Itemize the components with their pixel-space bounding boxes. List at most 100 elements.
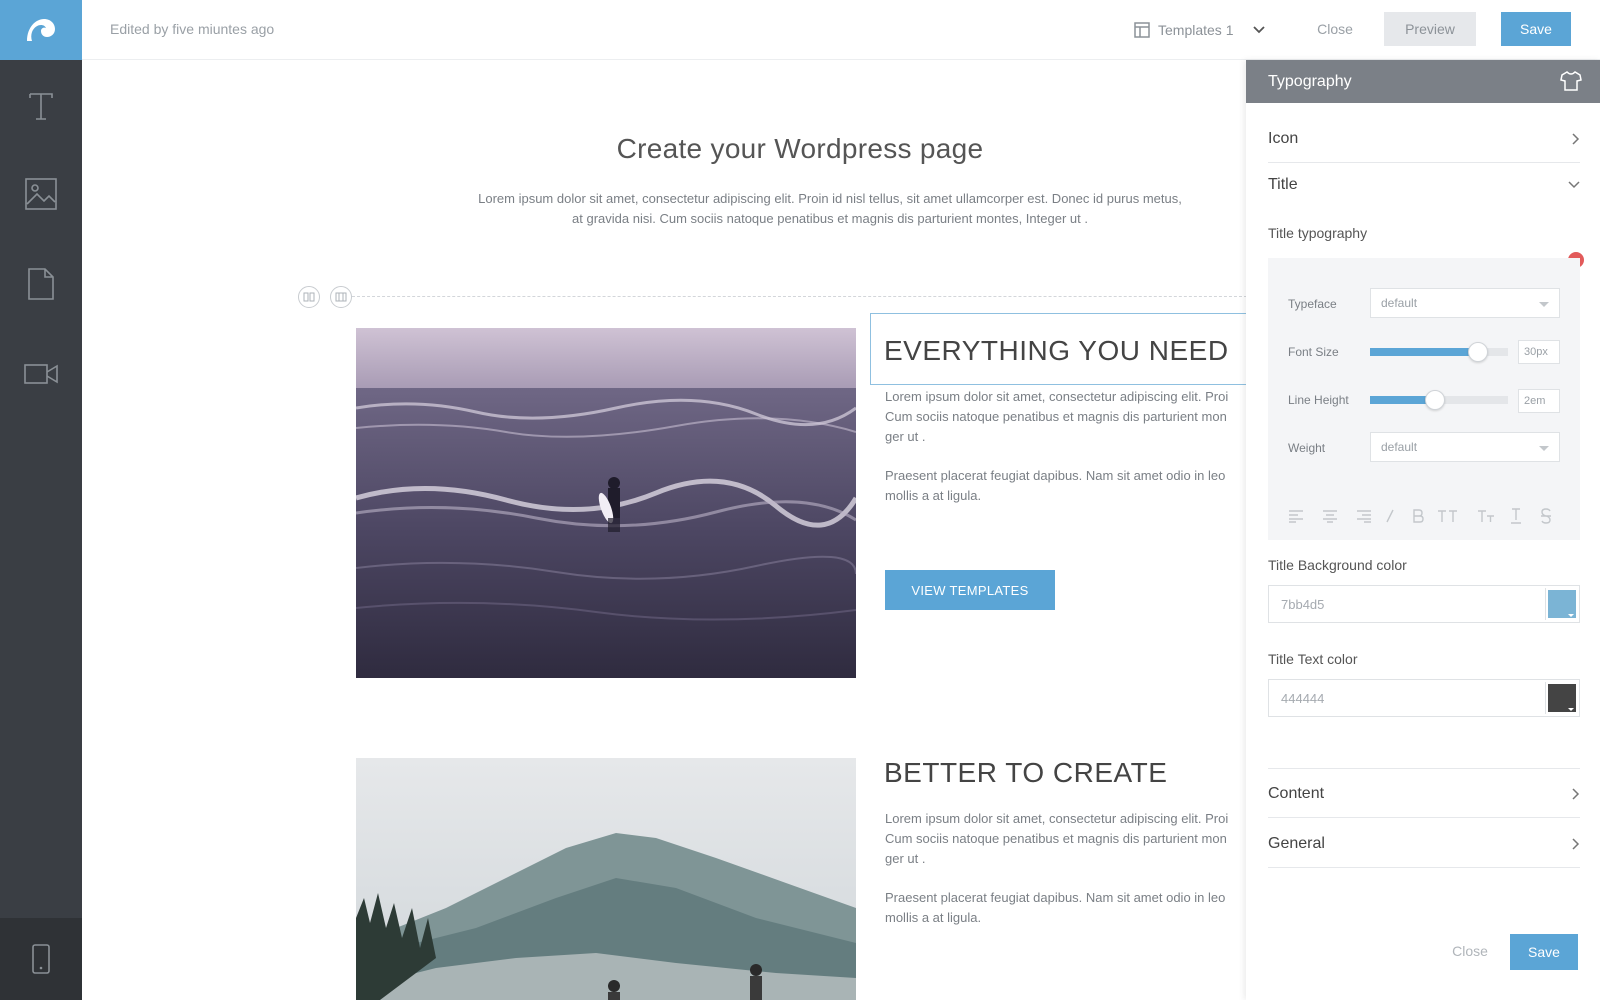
paragraph-line: Cum sociis natoque penatibus et magnis d… bbox=[885, 831, 1227, 846]
typeface-label: Typeface bbox=[1288, 297, 1337, 311]
section-paragraph[interactable]: Lorem ipsum dolor sit amet, consectetur … bbox=[885, 809, 1246, 869]
top-bar: Edited by five miuntes ago Templates 1 C… bbox=[82, 0, 1600, 60]
align-center-icon[interactable] bbox=[1318, 504, 1342, 528]
template-layout-icon bbox=[1134, 22, 1150, 38]
weight-value: default bbox=[1381, 440, 1418, 454]
section-paragraph[interactable]: Praesent placerat feugiat dapibus. Nam s… bbox=[885, 888, 1246, 928]
paragraph-line: ger ut . bbox=[885, 851, 926, 866]
accordion-icon[interactable]: Icon bbox=[1268, 115, 1580, 163]
title-text-color-swatch[interactable] bbox=[1545, 682, 1577, 714]
paragraph-line: Praesent placerat feugiat dapibus. Nam s… bbox=[885, 890, 1226, 905]
ocean-surfer-image bbox=[356, 328, 856, 678]
mobile-preview-button[interactable] bbox=[0, 918, 82, 1000]
section-title[interactable]: EVERYTHING YOU NEED bbox=[884, 335, 1229, 367]
template-select-label: Templates 1 bbox=[1158, 22, 1234, 38]
video-tool[interactable] bbox=[0, 344, 82, 404]
title-bg-color-input[interactable]: 7bb4d5 bbox=[1268, 585, 1580, 623]
title-text-color-label: Title Text color bbox=[1268, 651, 1358, 667]
line-height-slider[interactable] bbox=[1370, 390, 1508, 410]
page-title[interactable]: Create your Wordpress page bbox=[82, 133, 1246, 165]
surfer-photo[interactable] bbox=[356, 328, 856, 678]
image-tool[interactable] bbox=[0, 164, 82, 224]
view-templates-button[interactable]: VIEW TEMPLATES bbox=[885, 570, 1055, 610]
panel-header: Typography bbox=[1246, 60, 1600, 103]
section-title[interactable]: BETTER TO CREATE bbox=[884, 757, 1167, 789]
template-select[interactable]: Templates 1 bbox=[1134, 18, 1266, 42]
chevron-right-icon bbox=[1572, 787, 1580, 800]
left-toolbar bbox=[0, 0, 82, 1000]
slider-knob[interactable] bbox=[1467, 342, 1488, 362]
accordion-content[interactable]: Content bbox=[1268, 770, 1580, 818]
title-bg-color-label: Title Background color bbox=[1268, 557, 1407, 573]
italic-icon[interactable] bbox=[1378, 504, 1402, 528]
paragraph-line: mollis a at ligula. bbox=[885, 488, 982, 503]
title-typography-label: Title typography bbox=[1268, 225, 1368, 241]
weight-select[interactable]: default bbox=[1370, 432, 1560, 462]
strikethrough-icon[interactable] bbox=[1534, 504, 1558, 528]
image-icon bbox=[25, 178, 57, 210]
font-size-input[interactable]: 30px bbox=[1518, 340, 1560, 364]
accordion-content-label: Content bbox=[1268, 784, 1325, 802]
small-caps-icon[interactable] bbox=[1474, 504, 1498, 528]
typeface-value: default bbox=[1381, 296, 1418, 310]
video-camera-icon bbox=[24, 364, 58, 384]
paragraph-line: Cum sociis natoque penatibus et magnis d… bbox=[885, 409, 1227, 424]
wave-logo-icon bbox=[27, 19, 55, 41]
caret-down-icon bbox=[1568, 614, 1574, 617]
page-subtitle[interactable]: Lorem ipsum dolor sit amet, consectetur … bbox=[452, 189, 1208, 229]
accordion-icon-label: Icon bbox=[1268, 129, 1299, 147]
page-canvas: Create your Wordpress page Lorem ipsum d… bbox=[82, 60, 1246, 1000]
uppercase-icon[interactable] bbox=[1436, 504, 1460, 528]
panel-divider bbox=[1268, 768, 1580, 769]
app-logo[interactable] bbox=[0, 0, 82, 60]
panel-title: Typography bbox=[1268, 72, 1352, 90]
line-height-input[interactable]: 2em bbox=[1518, 389, 1560, 413]
title-bg-color-value: 7bb4d5 bbox=[1281, 596, 1325, 612]
typography-panel: Typography Icon Title Title typography T… bbox=[1246, 60, 1600, 1000]
accordion-general[interactable]: General bbox=[1268, 820, 1580, 868]
save-button[interactable]: Save bbox=[1501, 12, 1571, 46]
slider-knob[interactable] bbox=[1424, 390, 1445, 410]
mountain-photo[interactable] bbox=[356, 758, 856, 1000]
accordion-title[interactable]: Title bbox=[1268, 161, 1580, 209]
grid-layout-button[interactable] bbox=[330, 286, 352, 308]
paragraph-line: Lorem ipsum dolor sit amet, consectetur … bbox=[885, 389, 1229, 404]
underline-icon[interactable] bbox=[1504, 504, 1528, 528]
accordion-general-label: General bbox=[1268, 834, 1325, 852]
caret-down-icon bbox=[1539, 446, 1549, 451]
mountain-hikers-image bbox=[356, 758, 856, 1000]
caret-down-icon bbox=[1539, 302, 1549, 307]
chevron-down-icon bbox=[1568, 181, 1580, 189]
preview-button[interactable]: Preview bbox=[1384, 12, 1476, 46]
edited-status: Edited by five miuntes ago bbox=[110, 21, 275, 37]
columns-layout-button[interactable] bbox=[298, 286, 320, 308]
paragraph-line: mollis a at ligula. bbox=[885, 910, 982, 925]
section-divider bbox=[352, 296, 1246, 297]
font-size-slider[interactable] bbox=[1370, 342, 1508, 362]
chevron-down-icon bbox=[1253, 26, 1266, 34]
title-typography-box: Typeface default Font Size 30px Line Hei… bbox=[1268, 258, 1580, 540]
align-right-icon[interactable] bbox=[1352, 504, 1376, 528]
weight-label: Weight bbox=[1288, 441, 1326, 455]
title-bg-color-swatch[interactable] bbox=[1545, 588, 1577, 620]
slider-fill bbox=[1370, 348, 1478, 356]
caret-down-icon bbox=[1568, 708, 1574, 711]
columns-icon bbox=[303, 292, 315, 302]
page-subtitle-line: at gravida nisi. Cum sociis natoque pena… bbox=[572, 211, 1088, 226]
panel-save-button[interactable]: Save bbox=[1510, 934, 1578, 970]
paragraph-line: Praesent placerat feugiat dapibus. Nam s… bbox=[885, 468, 1226, 483]
line-height-label: Line Height bbox=[1288, 393, 1349, 407]
typeface-select[interactable]: default bbox=[1370, 288, 1560, 318]
text-icon bbox=[29, 93, 53, 120]
panel-close-button[interactable]: Close bbox=[1446, 934, 1494, 968]
chevron-right-icon bbox=[1572, 132, 1580, 145]
section-paragraph[interactable]: Praesent placerat feugiat dapibus. Nam s… bbox=[885, 466, 1246, 506]
bold-icon[interactable] bbox=[1406, 504, 1430, 528]
title-text-color-input[interactable]: 444444 bbox=[1268, 679, 1580, 717]
section-paragraph[interactable]: Lorem ipsum dolor sit amet, consectetur … bbox=[885, 387, 1246, 447]
text-tool[interactable] bbox=[0, 76, 82, 136]
tshirt-icon[interactable] bbox=[1560, 71, 1582, 91]
close-button[interactable]: Close bbox=[1307, 12, 1363, 46]
align-left-icon[interactable] bbox=[1284, 504, 1308, 528]
page-tool[interactable] bbox=[0, 254, 82, 314]
